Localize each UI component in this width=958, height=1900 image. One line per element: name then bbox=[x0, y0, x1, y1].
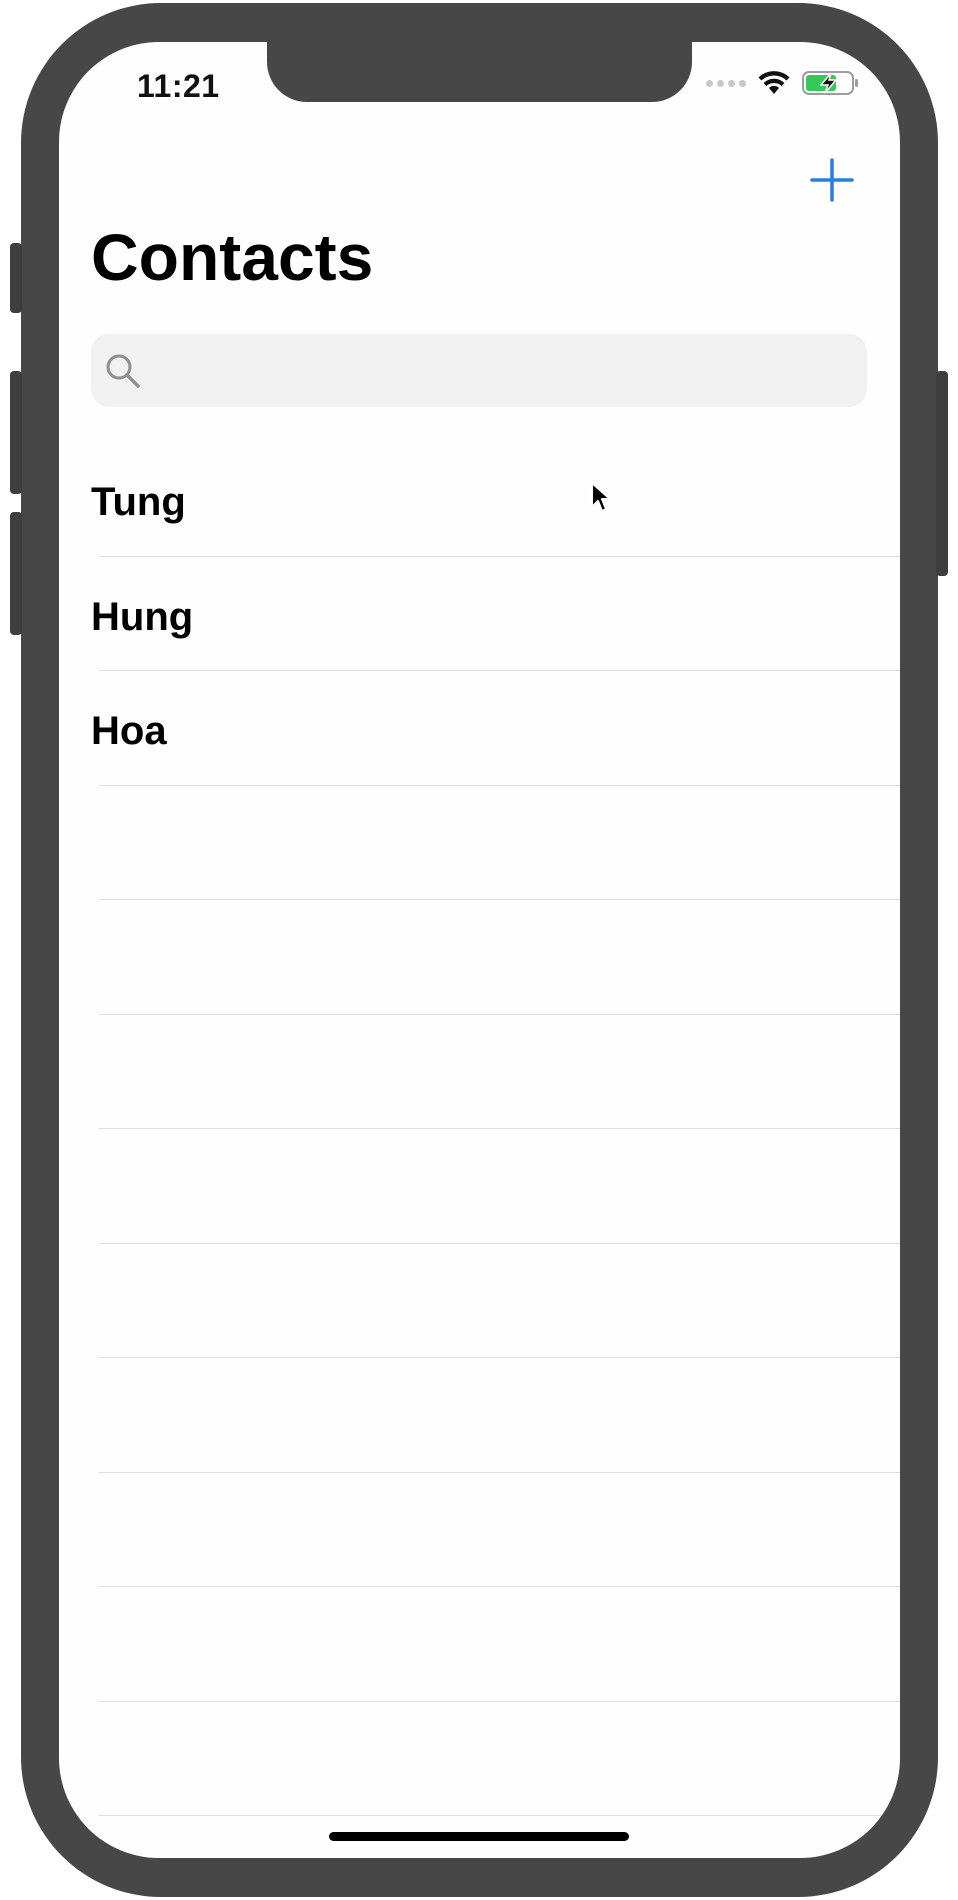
search-input[interactable] bbox=[153, 352, 833, 389]
power-button bbox=[936, 371, 948, 576]
plus-icon bbox=[810, 158, 854, 202]
home-indicator[interactable] bbox=[329, 1832, 629, 1841]
add-contact-button[interactable] bbox=[806, 154, 858, 206]
empty-row bbox=[59, 1129, 900, 1244]
empty-row bbox=[59, 900, 900, 1015]
ringer-switch bbox=[10, 243, 22, 313]
phone-screen: 11:21 Contacts Tung Hung Hoa bbox=[59, 42, 900, 1858]
notch bbox=[267, 42, 692, 102]
empty-row bbox=[59, 1473, 900, 1588]
status-time: 11:21 bbox=[137, 68, 220, 104]
volume-up-button bbox=[10, 371, 22, 494]
search-bar[interactable] bbox=[91, 334, 867, 407]
empty-row bbox=[59, 1244, 900, 1359]
contact-row-hoa[interactable]: Hoa bbox=[59, 671, 900, 786]
empty-row bbox=[59, 786, 900, 901]
empty-row bbox=[59, 1015, 900, 1130]
volume-down-button bbox=[10, 512, 22, 635]
wifi-icon bbox=[758, 71, 790, 94]
search-icon bbox=[106, 354, 140, 388]
contact-row-tung[interactable]: Tung bbox=[59, 442, 900, 557]
empty-row bbox=[59, 1702, 900, 1817]
empty-row bbox=[59, 1358, 900, 1473]
empty-row bbox=[59, 1587, 900, 1702]
battery-charging-icon bbox=[802, 71, 858, 95]
contact-name: Tung bbox=[91, 480, 186, 524]
contact-name: Hung bbox=[91, 594, 194, 639]
status-icons bbox=[706, 70, 860, 96]
page-title: Contacts bbox=[91, 220, 374, 294]
cellular-signal-icon bbox=[706, 79, 746, 87]
contact-name: Hoa bbox=[91, 709, 167, 753]
contact-row-hung[interactable]: Hung bbox=[59, 557, 900, 672]
contact-list: Tung Hung Hoa bbox=[59, 442, 900, 1858]
